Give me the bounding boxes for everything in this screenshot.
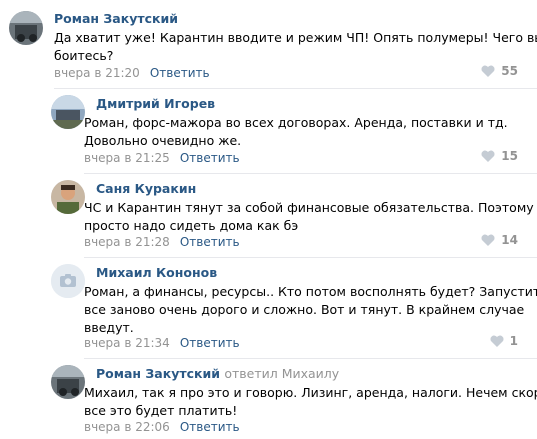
comment-meta: вчера в 21:20 Ответить bbox=[54, 66, 210, 80]
reply-button[interactable]: Ответить bbox=[180, 420, 240, 434]
comment-text: Роман, форс-мажора во всех договорах. Ар… bbox=[84, 115, 508, 148]
divider bbox=[84, 358, 537, 359]
heart-icon bbox=[490, 335, 504, 347]
reply-button[interactable]: Ответить bbox=[180, 235, 240, 249]
comment-meta: вчера в 21:25 Ответить bbox=[84, 151, 240, 165]
comment-meta: вчера в 22:06 Ответить bbox=[84, 420, 240, 434]
like-count: 14 bbox=[501, 233, 518, 247]
reply-button[interactable]: Ответить bbox=[180, 151, 240, 165]
like-button[interactable]: 15 bbox=[481, 149, 518, 163]
like-button[interactable]: 55 bbox=[481, 64, 518, 78]
comment-meta: вчера в 21:28 Ответить bbox=[84, 235, 240, 249]
reply-button[interactable]: Ответить bbox=[180, 336, 240, 350]
like-count: 1 bbox=[509, 334, 518, 348]
reply-to-label[interactable]: ответил Михаилу bbox=[224, 366, 339, 381]
comment-author[interactable]: Дмитрий Игорев bbox=[96, 96, 215, 111]
comment-time[interactable]: вчера в 21:20 bbox=[54, 66, 140, 80]
comment-text: Михаил, так я про это и говорю. Лизинг, … bbox=[84, 385, 537, 418]
comment-time[interactable]: вчера в 21:25 bbox=[84, 151, 170, 165]
comment-author[interactable]: Роман Закутский ответил Михаилу bbox=[96, 366, 339, 381]
avatar[interactable] bbox=[51, 365, 85, 399]
avatar[interactable] bbox=[51, 95, 85, 129]
comment-time[interactable]: вчера в 21:28 bbox=[84, 235, 170, 249]
avatar[interactable] bbox=[9, 11, 43, 45]
avatar[interactable] bbox=[51, 180, 85, 214]
comment-text: Да хватит уже! Карантин вводите и режим … bbox=[54, 30, 537, 63]
comment-time[interactable]: вчера в 22:06 bbox=[84, 420, 170, 434]
camera-icon bbox=[51, 264, 85, 298]
reply-button[interactable]: Ответить bbox=[150, 66, 210, 80]
comment-text: ЧС и Карантин тянут за собой финансовые … bbox=[84, 200, 534, 233]
comment-meta: вчера в 21:34 Ответить bbox=[84, 336, 240, 350]
divider bbox=[54, 88, 537, 89]
comment-author[interactable]: Саня Куракин bbox=[96, 181, 196, 196]
heart-icon bbox=[481, 65, 495, 77]
comment-time[interactable]: вчера в 21:34 bbox=[84, 336, 170, 350]
heart-icon bbox=[481, 234, 495, 246]
divider bbox=[84, 257, 537, 258]
divider bbox=[84, 173, 537, 174]
like-button[interactable]: 14 bbox=[481, 233, 518, 247]
comment-author[interactable]: Роман Закутский bbox=[54, 11, 178, 26]
like-count: 15 bbox=[501, 149, 518, 163]
comment-author[interactable]: Михаил Кононов bbox=[96, 265, 217, 280]
avatar[interactable] bbox=[51, 264, 85, 298]
like-button[interactable]: 1 bbox=[490, 334, 518, 348]
comment-text: Роман, а финансы, ресурсы.. Кто потом во… bbox=[84, 284, 537, 335]
heart-icon bbox=[481, 150, 495, 162]
like-count: 55 bbox=[501, 64, 518, 78]
